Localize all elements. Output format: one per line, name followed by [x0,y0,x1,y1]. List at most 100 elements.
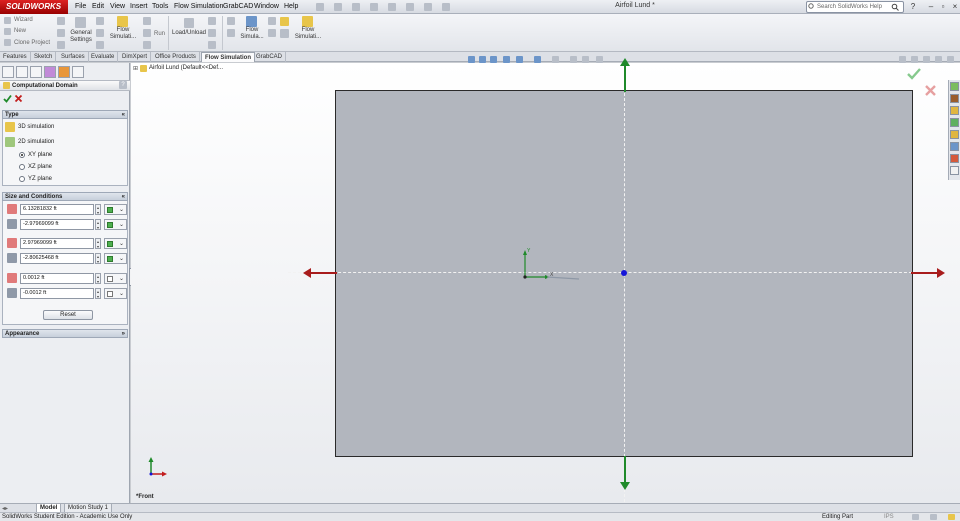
save-icon[interactable] [352,3,360,11]
tab-dimxpert[interactable]: DimXpert [119,52,152,62]
flow-simulation-icon[interactable] [302,16,313,27]
view-orientation-icon[interactable] [516,56,523,63]
tab-features[interactable]: Features [0,52,31,62]
clone-project-button[interactable]: Clone Project [14,39,50,48]
menu-edit[interactable]: Edit [92,2,104,12]
dimxpert-manager-icon[interactable] [44,66,56,78]
new-button[interactable]: New [14,27,26,36]
display-manager-icon[interactable] [58,66,70,78]
radio-xz-plane[interactable] [19,164,25,170]
custom-properties-icon[interactable] [950,154,959,163]
forum-icon[interactable] [950,166,959,175]
toolbar-icon[interactable] [268,17,276,25]
x-min-boundary-dropdown[interactable]: ⌄ [104,219,127,230]
new-document-icon[interactable] [316,3,324,11]
flow-simulation-button-1[interactable]: Flow Simulati... [106,27,140,41]
tab-surfaces[interactable]: Surfaces [58,52,89,62]
z-max-boundary-dropdown[interactable]: ⌄ [104,273,127,284]
collapse-icon[interactable]: « [122,111,125,119]
restore-icon[interactable]: ▫ [938,2,948,12]
open-folder-icon[interactable] [334,3,342,11]
appearance-section-header[interactable]: Appearance » [2,329,128,338]
confirm-corner-cancel-icon[interactable] [924,84,937,97]
confirm-corner-ok-icon[interactable] [907,68,921,80]
cancel-x-icon[interactable] [14,94,23,103]
view-settings-icon[interactable] [596,56,603,63]
help-icon[interactable]: ? [908,2,918,12]
z-min-field[interactable]: -0.0012 ft [20,288,94,299]
property-manager-icon[interactable] [16,66,28,78]
x-min-spinner[interactable]: ▴ ▾ [95,219,101,230]
toolbar-icon[interactable] [268,29,276,37]
view-palette-icon[interactable] [950,130,959,139]
help-icon[interactable]: ? [119,81,127,89]
apply-scene-icon[interactable] [582,56,589,63]
flow-simulation-button-2[interactable]: Flow Simula... [238,27,266,41]
select-icon[interactable] [406,3,414,11]
tab-grabcad[interactable]: GrabCAD [253,52,287,62]
toolbar-icon[interactable] [143,17,151,25]
wizard-button[interactable]: Wizard [14,16,33,25]
options-icon[interactable] [442,3,450,11]
viewport-icon[interactable] [935,56,942,63]
center-point[interactable] [621,270,627,276]
size-section-header[interactable]: Size and Conditions « [2,192,128,201]
menu-window[interactable]: Window [254,2,279,12]
appearances-icon[interactable] [950,142,959,151]
toolbar-icon[interactable] [96,29,104,37]
flow-analysis-tree-icon[interactable] [72,66,84,78]
3d-simulation-icon[interactable] [5,122,15,132]
help-search-input[interactable]: Search SolidWorks Help [806,1,904,13]
menu-grabcad[interactable]: GrabCAD [223,2,253,12]
viewport-icon[interactable] [923,56,930,63]
collapse-icon[interactable]: « [122,193,125,201]
flow-simulation-icon[interactable] [246,16,257,27]
toolbar-icon[interactable] [143,29,151,37]
viewport-icon[interactable] [947,56,954,63]
lightbulb-icon[interactable] [280,17,289,26]
search-go-icon[interactable] [891,3,899,11]
run-button[interactable]: Run [154,30,165,39]
reset-button[interactable]: Reset [43,310,93,320]
2d-simulation-icon[interactable] [5,137,15,147]
configuration-manager-icon[interactable] [30,66,42,78]
arrow-up-handle-icon[interactable] [619,58,631,92]
previous-view-icon[interactable] [490,56,497,63]
tab-sketch[interactable]: Sketch [31,52,57,62]
rebuild-status-icon[interactable] [948,514,955,520]
toolbar-icon[interactable] [96,41,104,49]
tab-evaluate[interactable]: Evaluate [88,52,119,62]
arrow-right-handle-icon[interactable] [911,267,945,279]
status-icon[interactable] [930,514,937,520]
y-max-field[interactable]: 2.97969099 ft [20,238,94,249]
x-max-boundary-dropdown[interactable]: ⌄ [104,204,127,215]
edit-appearance-icon[interactable] [570,56,577,63]
toolbar-icon[interactable] [208,17,216,25]
option-2d-simulation[interactable]: 2D simulation [18,138,54,146]
type-section-header[interactable]: Type « [2,110,128,119]
y-min-field[interactable]: -2.80625468 ft [20,253,94,264]
menu-view[interactable]: View [110,2,125,12]
feature-tree-root[interactable]: Airfoil Lund (Default<<Def... [149,65,223,71]
solidworks-logo[interactable]: SOLIDWORKS [0,0,68,14]
file-explorer-icon[interactable] [950,106,959,115]
general-settings-icon[interactable] [75,17,86,28]
option-3d-simulation[interactable]: 3D simulation [18,123,54,131]
toolbar-icon[interactable] [227,17,235,25]
general-settings-button[interactable]: General Settings [67,30,95,44]
expand-tree-icon[interactable]: ⊞ [133,65,138,72]
wizard-icon[interactable] [4,17,11,24]
viewport-icon[interactable] [899,56,906,63]
print-icon[interactable] [370,3,378,11]
zoom-area-icon[interactable] [479,56,486,63]
section-view-icon[interactable] [503,56,510,63]
solidworks-resources-icon[interactable] [950,82,959,91]
toolbar-icon[interactable] [208,29,216,37]
y-max-spinner[interactable]: ▴ ▾ [95,238,101,249]
menu-tools[interactable]: Tools [152,2,168,12]
clone-project-icon[interactable] [4,39,11,46]
toolbar-icon[interactable] [96,17,104,25]
zoom-to-fit-icon[interactable] [468,56,475,63]
arrow-left-handle-icon[interactable] [303,267,337,279]
z-min-spinner[interactable]: ▴ ▾ [95,288,101,299]
